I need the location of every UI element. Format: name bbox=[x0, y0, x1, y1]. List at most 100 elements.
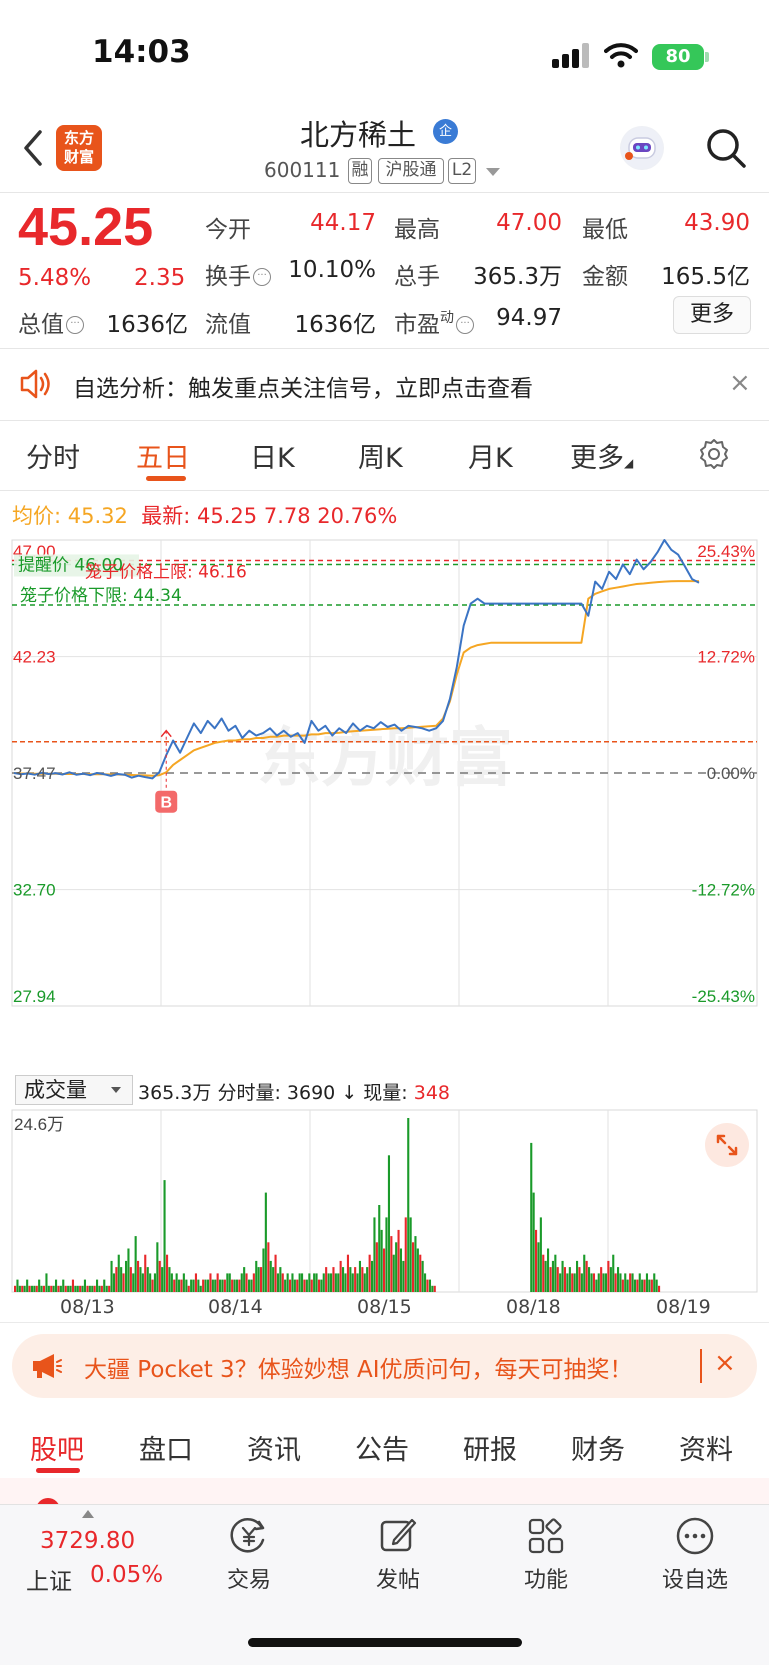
gear-icon[interactable] bbox=[697, 437, 731, 471]
volume-bar bbox=[281, 1273, 284, 1292]
volume-bar bbox=[532, 1192, 535, 1292]
stock-name[interactable]: 北方稀土 bbox=[300, 112, 416, 154]
volume-bar bbox=[38, 1279, 41, 1292]
tab-weekly-k[interactable]: 周K bbox=[358, 436, 403, 475]
tab-five-day[interactable]: 五日 bbox=[136, 436, 190, 475]
date-label: 08/14 bbox=[208, 1296, 263, 1318]
more-quote-button[interactable]: 更多 bbox=[673, 296, 751, 334]
megaphone-icon bbox=[33, 1354, 62, 1378]
index-expand-icon[interactable] bbox=[82, 1510, 94, 1518]
current-volume-label: 现量: bbox=[363, 1082, 408, 1104]
volume-bar bbox=[151, 1279, 154, 1292]
volume-bar bbox=[556, 1267, 559, 1292]
tab-order-book[interactable]: 盘口 bbox=[139, 1428, 193, 1467]
volume-bar bbox=[624, 1273, 627, 1292]
volume-bar bbox=[366, 1267, 369, 1292]
cellular-signal-icon bbox=[552, 42, 592, 68]
tab-more[interactable]: 更多◢ bbox=[570, 436, 633, 475]
volume-bar bbox=[289, 1279, 292, 1292]
close-icon[interactable]: × bbox=[714, 1348, 736, 1378]
promo-text[interactable]: 大疆 Pocket 3？体验妙想 AI优质问句，每天可抽奖！ bbox=[84, 1350, 633, 1384]
tab-announcements[interactable]: 公告 bbox=[355, 1428, 409, 1467]
volume-bar bbox=[298, 1273, 301, 1292]
chevron-down-icon[interactable] bbox=[486, 168, 500, 176]
volume-bar bbox=[320, 1279, 323, 1292]
nav-post[interactable]: 发帖 bbox=[348, 1562, 448, 1594]
volume-bar bbox=[416, 1248, 419, 1292]
volume-bar bbox=[18, 1285, 21, 1292]
volume-bar bbox=[310, 1279, 313, 1292]
volume-bar bbox=[327, 1273, 330, 1292]
tab-intraday[interactable]: 分时 bbox=[26, 436, 80, 475]
volume-bar bbox=[134, 1236, 137, 1292]
market-cap-label[interactable]: 总值 ··· bbox=[18, 305, 84, 339]
volume-bar bbox=[202, 1279, 205, 1292]
tab-research[interactable]: 研报 bbox=[463, 1428, 517, 1467]
tab-profile[interactable]: 资料 bbox=[679, 1428, 733, 1467]
volume-bar bbox=[544, 1260, 547, 1292]
info-icon[interactable]: ··· bbox=[66, 316, 84, 334]
volume-bar bbox=[284, 1279, 287, 1292]
info-icon[interactable]: ··· bbox=[456, 316, 474, 334]
volume-bar bbox=[105, 1285, 108, 1292]
tab-monthly-k[interactable]: 月K bbox=[468, 436, 513, 475]
volume-bar bbox=[83, 1279, 87, 1292]
more-circle-icon[interactable] bbox=[675, 1516, 715, 1556]
ai-assistant-robot-icon[interactable] bbox=[620, 126, 664, 170]
volume-bar bbox=[612, 1254, 615, 1292]
nav-add-watchlist[interactable]: 设自选 bbox=[645, 1562, 745, 1594]
volume-bar bbox=[561, 1260, 564, 1292]
index-change-pct[interactable]: 0.05% bbox=[90, 1562, 163, 1588]
low-value: 43.90 bbox=[684, 210, 750, 236]
tab-daily-k[interactable]: 日K bbox=[250, 436, 295, 475]
alert-text[interactable]: 自选分析：触发重点关注信号，立即点击查看 bbox=[73, 369, 533, 403]
five-day-price-chart[interactable]: 东方财富 B 47.00 25.43%42.23 12.72%37.47 0.00%3… bbox=[0, 530, 769, 1072]
volume-bar bbox=[30, 1285, 34, 1292]
compose-icon[interactable] bbox=[378, 1516, 418, 1556]
turnover-value: 10.10% bbox=[288, 257, 376, 283]
volume-bar bbox=[291, 1273, 294, 1292]
volume-bar bbox=[576, 1260, 579, 1292]
volume-bar bbox=[267, 1242, 270, 1292]
margin-tag: 融 bbox=[348, 158, 372, 184]
trade-yen-icon[interactable] bbox=[229, 1516, 269, 1556]
chevron-down-icon[interactable] bbox=[111, 1087, 121, 1093]
active-tab-indicator bbox=[146, 476, 186, 481]
info-icon[interactable]: ··· bbox=[253, 268, 271, 286]
volume-bar bbox=[69, 1285, 72, 1292]
volume-bar bbox=[199, 1285, 202, 1292]
latest-value: 45.25 bbox=[197, 504, 258, 528]
high-value: 47.00 bbox=[496, 210, 562, 236]
volume-bar bbox=[286, 1273, 289, 1292]
back-arrow-icon[interactable] bbox=[18, 128, 48, 168]
volume-bar bbox=[421, 1260, 424, 1292]
volume-bar bbox=[74, 1285, 77, 1292]
tab-financials[interactable]: 财务 bbox=[571, 1428, 625, 1467]
volume-bar bbox=[600, 1267, 603, 1292]
volume-bar bbox=[573, 1273, 576, 1292]
volume-bar bbox=[168, 1267, 171, 1292]
features-grid-icon[interactable] bbox=[526, 1516, 566, 1556]
volume-bar bbox=[219, 1279, 222, 1292]
index-value[interactable]: 3729.80 bbox=[40, 1528, 135, 1554]
volume-bar bbox=[216, 1273, 219, 1292]
tab-news[interactable]: 资讯 bbox=[247, 1428, 301, 1467]
nav-trade[interactable]: 交易 bbox=[199, 1562, 299, 1594]
search-icon[interactable] bbox=[704, 126, 748, 170]
close-icon[interactable]: × bbox=[729, 368, 751, 398]
turnover-label[interactable]: 换手 ··· bbox=[205, 257, 271, 291]
volume-bar bbox=[197, 1279, 200, 1292]
nav-features[interactable]: 功能 bbox=[496, 1562, 596, 1594]
volume-label: 总手 bbox=[394, 264, 440, 290]
index-name[interactable]: 上证 bbox=[26, 1562, 72, 1596]
volume-chart[interactable]: 24.6万 bbox=[0, 1108, 769, 1298]
volume-value: 365.3万 bbox=[473, 264, 562, 290]
expand-chart-icon[interactable] bbox=[705, 1123, 749, 1167]
latest-label: 最新: bbox=[141, 504, 191, 528]
pe-label[interactable]: 市盈动 ··· bbox=[394, 305, 474, 339]
volume-bar bbox=[243, 1267, 246, 1292]
volume-bar bbox=[303, 1279, 306, 1292]
tab-guba[interactable]: 股吧 bbox=[30, 1428, 84, 1467]
volume-bar bbox=[597, 1273, 600, 1292]
y-tick-pct-label: 12.72% bbox=[697, 648, 755, 667]
